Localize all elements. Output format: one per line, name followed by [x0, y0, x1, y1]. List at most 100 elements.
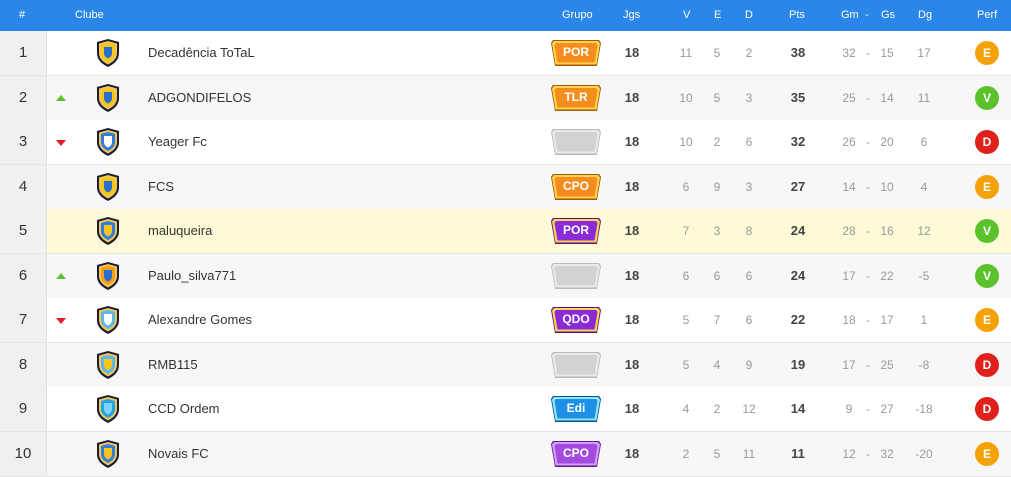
group-label	[550, 128, 602, 155]
team-name[interactable]: FCS	[148, 165, 174, 209]
table-row[interactable]: 9 CCD Ordem Edi 18 4 2 12 14 9 - 27 -18 …	[0, 387, 1011, 432]
points: 32	[790, 134, 806, 149]
group-badge[interactable]	[550, 351, 602, 379]
team-name[interactable]: RMB115	[148, 343, 198, 387]
wins: 2	[682, 446, 690, 461]
shield-blue-yellow-icon[interactable]	[95, 83, 121, 112]
performance-badge: E	[975, 308, 999, 332]
header-d[interactable]: D	[745, 9, 753, 21]
losses: 6	[745, 135, 753, 149]
losses: 3	[745, 179, 753, 194]
goals-separator: -	[866, 402, 870, 416]
goals-against: 20	[880, 135, 894, 149]
shield-cross-icon[interactable]	[95, 439, 121, 468]
group-badge[interactable]	[550, 262, 602, 290]
header-gs[interactable]: Gs	[881, 9, 895, 21]
points: 24	[790, 223, 806, 238]
group-badge[interactable]: CPO	[550, 440, 602, 468]
group-label: QDO	[562, 312, 590, 326]
group-badge[interactable]: TLR	[550, 84, 602, 112]
goal-difference: 1	[920, 313, 928, 327]
goals-for: 12	[842, 446, 856, 461]
shield-striped-icon[interactable]	[95, 350, 121, 379]
team-name[interactable]: maluqueira	[148, 209, 212, 253]
wins: 4	[682, 402, 690, 416]
goals-for: 25	[842, 90, 856, 105]
header-grupo[interactable]: Grupo	[562, 9, 593, 21]
performance-badge: V	[975, 85, 999, 110]
table-row[interactable]: 3 Yeager Fc 18 10 2 6 32 26 - 20 6 D	[0, 120, 1011, 165]
header-v[interactable]: V	[683, 9, 690, 21]
performance-badge: V	[975, 219, 999, 243]
table-row[interactable]: 4 FCS CPO 18 6 9 3 27 14 - 10 4 E	[0, 164, 1011, 210]
points: 19	[790, 356, 806, 372]
table-row[interactable]: 2 ADGONDIFELOS TLR 18 10 5 3 35 25 - 14 …	[0, 75, 1011, 121]
group-badge[interactable]	[550, 128, 602, 156]
games-played: 18	[624, 89, 640, 105]
group-badge[interactable]: QDO	[550, 306, 602, 334]
goal-difference: -20	[915, 446, 933, 461]
group-badge[interactable]: POR	[550, 217, 602, 245]
wins: 11	[679, 46, 693, 60]
losses: 9	[745, 357, 753, 372]
table-row[interactable]: 5 maluqueira POR 18 7 3 8 24 28 - 16 12 …	[0, 209, 1011, 254]
table-row[interactable]: 6 Paulo_silva771 18 6 6 6 24 17 - 22 -5 …	[0, 253, 1011, 299]
points: 27	[790, 178, 806, 194]
wins: 5	[682, 357, 690, 372]
wins: 10	[679, 135, 693, 149]
wins: 6	[682, 179, 690, 194]
shield-sky-blue-icon[interactable]	[95, 306, 121, 334]
games-played: 18	[624, 445, 640, 461]
position-number: 9	[0, 387, 47, 431]
group-badge[interactable]: Edi	[550, 395, 602, 423]
losses: 12	[742, 402, 756, 416]
team-name[interactable]: Novais FC	[148, 432, 209, 476]
team-name[interactable]: Alexandre Gomes	[148, 298, 252, 342]
position-number: 4	[0, 164, 47, 209]
points: 14	[790, 401, 806, 416]
shield-yellow-blue-icon[interactable]	[95, 172, 121, 201]
team-name[interactable]: Yeager Fc	[148, 120, 207, 164]
team-name[interactable]: Decadência ToTaL	[148, 31, 255, 75]
games-played: 18	[624, 134, 640, 149]
goals-against: 15	[880, 46, 894, 60]
goals-separator: -	[866, 179, 870, 194]
group-label: CPO	[562, 178, 589, 193]
group-badge[interactable]: POR	[550, 39, 602, 67]
header-clube[interactable]: Clube	[75, 9, 104, 21]
table-row[interactable]: 10 Novais FC CPO 18 2 5 11 11 12 - 32 -2…	[0, 431, 1011, 477]
goals-separator: -	[866, 357, 870, 372]
wins: 7	[682, 224, 690, 238]
header-jgs[interactable]: Jgs	[623, 9, 640, 21]
games-played: 18	[624, 223, 640, 238]
shield-checkered-icon[interactable]	[95, 217, 121, 245]
goals-for: 18	[842, 313, 856, 327]
losses: 11	[742, 446, 756, 461]
goals-for: 17	[842, 268, 856, 283]
table-row[interactable]: 7 Alexandre Gomes QDO 18 5 7 6 22 18 - 1…	[0, 298, 1011, 343]
goal-difference: -8	[918, 357, 930, 372]
header-pts[interactable]: Pts	[789, 9, 805, 21]
team-name[interactable]: Paulo_silva771	[148, 254, 236, 298]
shield-cyan-icon[interactable]	[95, 395, 121, 423]
table-row[interactable]: 8 RMB115 18 5 4 9 19 17 - 25 -8 D	[0, 342, 1011, 388]
shield-blue-white-icon[interactable]	[95, 128, 121, 156]
performance-badge: D	[975, 352, 999, 377]
group-badge[interactable]: CPO	[550, 173, 602, 201]
team-name[interactable]: CCD Ordem	[148, 387, 220, 431]
shield-yellow-icon[interactable]	[95, 39, 121, 67]
header-gm[interactable]: Gm	[841, 9, 859, 21]
header-e[interactable]: E	[714, 9, 721, 21]
header-dg[interactable]: Dg	[918, 9, 932, 21]
performance-badge: D	[975, 397, 999, 421]
goals-separator: -	[866, 135, 870, 149]
shield-orange-blue-icon[interactable]	[95, 261, 121, 290]
trend-up-icon	[56, 94, 66, 101]
table-row[interactable]: 1 Decadência ToTaL POR 18 11 5 2 38 32 -…	[0, 31, 1011, 76]
draws: 9	[713, 179, 721, 194]
group-label	[550, 351, 602, 378]
team-name[interactable]: ADGONDIFELOS	[148, 76, 251, 120]
games-played: 18	[624, 312, 640, 327]
draws: 2	[713, 402, 721, 416]
draws: 3	[713, 224, 721, 238]
